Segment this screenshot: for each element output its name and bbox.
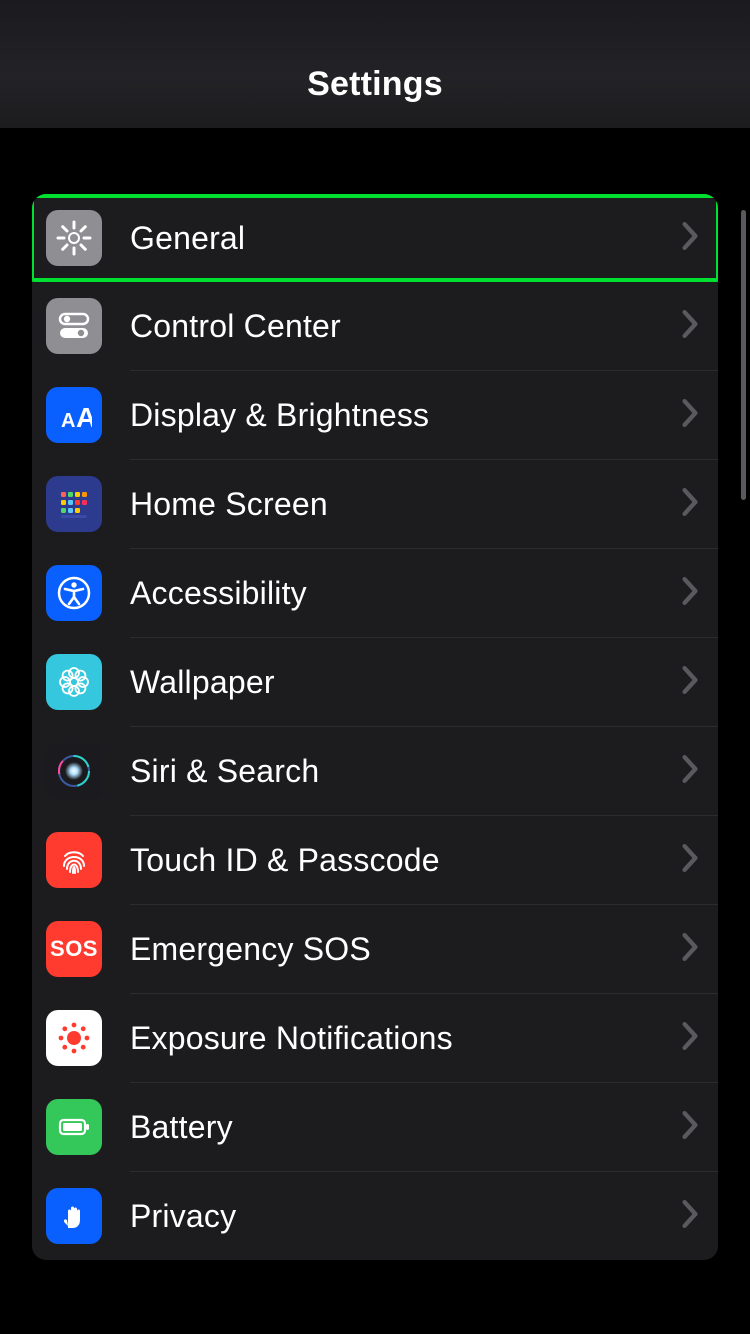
text-size-icon (46, 387, 102, 443)
chevron-right-icon (682, 1022, 698, 1055)
battery-icon (46, 1099, 102, 1155)
row-label: Control Center (130, 308, 682, 345)
settings-row-battery[interactable]: Battery (32, 1083, 718, 1171)
chevron-right-icon (682, 1111, 698, 1144)
chevron-right-icon (682, 755, 698, 788)
siri-icon (46, 743, 102, 799)
accessibility-icon (46, 565, 102, 621)
settings-row-privacy[interactable]: Privacy (32, 1172, 718, 1260)
settings-row-wallpaper[interactable]: Wallpaper (32, 638, 718, 726)
sos-icon: SOS (46, 921, 102, 977)
row-label: Wallpaper (130, 664, 682, 701)
settings-row-control-center[interactable]: Control Center (32, 282, 718, 370)
chevron-right-icon (682, 222, 698, 255)
page-title: Settings (307, 65, 443, 104)
settings-row-display-brightness[interactable]: Display & Brightness (32, 371, 718, 459)
scrollbar[interactable] (741, 210, 746, 500)
row-label: General (130, 220, 682, 257)
chevron-right-icon (682, 577, 698, 610)
sos-text: SOS (50, 936, 98, 962)
settings-row-emergency-sos[interactable]: SOS Emergency SOS (32, 905, 718, 993)
gear-icon (46, 210, 102, 266)
row-label: Home Screen (130, 486, 682, 523)
settings-list-wrapper: General Control Center Display & Brightnes… (0, 128, 750, 1260)
toggles-icon (46, 298, 102, 354)
chevron-right-icon (682, 844, 698, 877)
chevron-right-icon (682, 310, 698, 343)
fingerprint-icon (46, 832, 102, 888)
settings-row-touch-id[interactable]: Touch ID & Passcode (32, 816, 718, 904)
row-label: Battery (130, 1109, 682, 1146)
hand-icon (46, 1188, 102, 1244)
chevron-right-icon (682, 666, 698, 699)
row-label: Siri & Search (130, 753, 682, 790)
settings-list: General Control Center Display & Brightnes… (32, 194, 718, 1260)
exposure-icon (46, 1010, 102, 1066)
settings-row-siri-search[interactable]: Siri & Search (32, 727, 718, 815)
row-label: Touch ID & Passcode (130, 842, 682, 879)
settings-row-exposure-notifications[interactable]: Exposure Notifications (32, 994, 718, 1082)
header: Settings (0, 0, 750, 128)
chevron-right-icon (682, 1200, 698, 1233)
settings-row-general[interactable]: General (32, 194, 718, 282)
row-label: Display & Brightness (130, 397, 682, 434)
chevron-right-icon (682, 488, 698, 521)
flower-icon (46, 654, 102, 710)
chevron-right-icon (682, 933, 698, 966)
chevron-right-icon (682, 399, 698, 432)
grid-icon (46, 476, 102, 532)
settings-row-accessibility[interactable]: Accessibility (32, 549, 718, 637)
row-label: Privacy (130, 1198, 682, 1235)
settings-row-home-screen[interactable]: Home Screen (32, 460, 718, 548)
row-label: Emergency SOS (130, 931, 682, 968)
row-label: Accessibility (130, 575, 682, 612)
row-label: Exposure Notifications (130, 1020, 682, 1057)
